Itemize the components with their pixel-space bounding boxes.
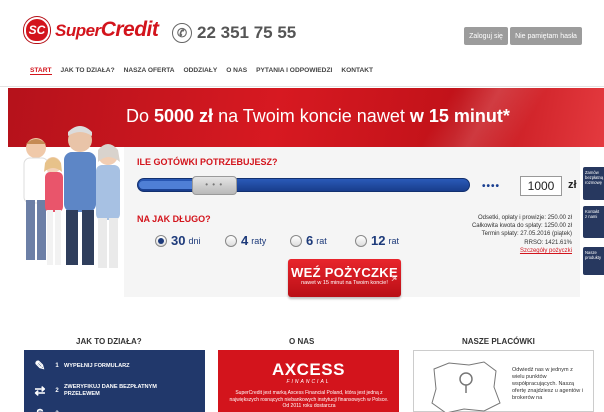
phone-number-text: 22 351 75 55 — [197, 23, 297, 42]
hero-title: Do 5000 zł na Twoim koncie nawet w 15 mi… — [126, 106, 510, 127]
about-text: SuperCredit jest marką Axcess Financial … — [229, 390, 389, 409]
period-option-unit: dni — [188, 235, 201, 246]
period-option-number: 12 — [371, 233, 386, 248]
side-tab-contact[interactable]: Kontakt z nami — [583, 206, 604, 238]
logo-badge-icon: SC — [24, 17, 50, 43]
amount-slider[interactable] — [137, 178, 470, 192]
branches-box[interactable]: Odwiedź nas w jednym z wielu punktów wsp… — [413, 350, 594, 412]
branches-title: NASZE PLACÓWKI — [462, 337, 535, 346]
take-loan-label: WEŹ POŻYCZKĘ — [291, 265, 398, 280]
amount-unit: zł — [568, 179, 577, 191]
poland-map-icon — [431, 361, 501, 412]
logo-credit: Credit — [100, 18, 159, 41]
period-option-unit: rat — [316, 235, 327, 246]
login-button[interactable]: Zaloguj się — [464, 27, 508, 45]
form-icon: ✎ — [34, 358, 46, 373]
nav-start[interactable]: START — [30, 67, 52, 75]
hero-prefix: Do — [126, 106, 155, 126]
how-it-works-title: JAK TO DZIAŁA? — [76, 337, 142, 346]
logo[interactable]: SC SuperCredit — [24, 17, 159, 43]
period-option-number: 6 — [306, 233, 314, 248]
forgot-password-button[interactable]: Nie pamiętam hasła — [510, 27, 582, 45]
family-illustration — [23, 126, 120, 268]
nav-contact[interactable]: KONTAKT — [341, 67, 373, 75]
step-label: WYPEŁNIJ FORMULARZ — [64, 363, 130, 369]
hero-amount: 5000 zł — [154, 106, 214, 126]
amount-input[interactable]: 1000 — [520, 176, 562, 196]
radio-icon[interactable] — [225, 234, 237, 247]
amount-question: ILE GOTÓWKI POTRZEBUJESZ? — [137, 157, 278, 167]
phone-number: ✆ 22 351 75 55 — [172, 23, 296, 43]
main-nav: START JAK TO DZIAŁA? NASZA OFERTA ODDZIA… — [30, 67, 373, 75]
period-option-unit: rat — [388, 235, 399, 246]
side-tab-products[interactable]: Nasze produkty — [583, 247, 604, 275]
chevron-right-icon: › — [391, 271, 395, 285]
nav-faq[interactable]: PYTANIA I ODPOWIEDZI — [256, 67, 332, 75]
loan-details-link[interactable]: Szczegóły pożyczki — [472, 247, 572, 255]
cost-rrso: RRSO: 1421.61% — [524, 239, 572, 246]
phone-icon: ✆ — [172, 23, 192, 43]
step-label: ZWERYFIKUJ DANE BEZPŁATNYM PRZELEWEM — [64, 384, 157, 397]
step-item: ⇄ 2 ZWERYFIKUJ DANE BEZPŁATNYM PRZELEWEM — [30, 383, 184, 399]
transfer-icon: ⇄ — [34, 383, 46, 398]
radio-icon[interactable] — [355, 234, 367, 247]
period-option-unit: raty — [251, 235, 267, 246]
logo-super: Super — [55, 21, 101, 40]
step-item: ✎ 1 WYPEŁNIJ FORMULARZ — [30, 358, 130, 374]
side-tab-callback[interactable]: Zamów bezpłatną rozmowę — [583, 167, 604, 200]
about-title: O NAS — [289, 337, 315, 346]
step-number: 2 — [55, 388, 59, 394]
period-option-4-installments[interactable]: 4 raty — [225, 233, 266, 248]
period-option-number: 30 — [171, 233, 186, 248]
period-option-30-days[interactable]: 30 dni — [155, 233, 200, 248]
take-loan-button[interactable]: WEŹ POŻYCZKĘ nawet w 15 minut na Twoim k… — [288, 259, 401, 297]
header-divider — [0, 86, 604, 87]
period-question: NA JAK DŁUGO? — [137, 214, 211, 224]
period-option-6-installments[interactable]: 6 rat — [290, 233, 327, 248]
branches-text: Odwiedź nas w jednym z wielu punktów wsp… — [512, 367, 583, 401]
about-box: AXCESS FINANCIAL SuperCredit jest marką … — [218, 350, 399, 412]
money-icon: $ — [30, 406, 50, 412]
loan-costs-summary: Odsetki, opłaty i prowizje: 250.00 zł Ca… — [472, 214, 572, 255]
axcess-logo: AXCESS — [272, 360, 345, 379]
hero-time: w 15 minut* — [409, 106, 510, 126]
how-it-works-box: ✎ 1 WYPEŁNIJ FORMULARZ ⇄ 2 ZWERYFIKUJ DA… — [24, 350, 205, 412]
axcess-logo-sub: FINANCIAL — [286, 379, 331, 385]
step-item: $ 3 — [30, 406, 64, 412]
cost-due-date: Termin spłaty: 27.05.2016 (piątek) — [481, 231, 572, 238]
nav-our-offer[interactable]: NASZA OFERTA — [124, 67, 175, 75]
nav-how-it-works[interactable]: JAK TO DZIAŁA? — [61, 67, 115, 75]
amount-slider-handle[interactable]: • • • — [191, 176, 237, 195]
period-option-12-installments[interactable]: 12 rat — [355, 233, 399, 248]
radio-icon[interactable] — [290, 234, 302, 247]
step-number: 1 — [55, 363, 59, 369]
nav-about[interactable]: O NAS — [226, 67, 247, 75]
nav-branches[interactable]: ODDZIAŁY — [184, 67, 218, 75]
radio-selected-icon[interactable] — [155, 234, 167, 247]
slider-dots: •••• — [482, 181, 501, 192]
hero-middle: na Twoim koncie nawet — [213, 106, 410, 126]
period-option-number: 4 — [241, 233, 249, 248]
cost-total: Całkowita kwota do spłaty: 1250.00 zł — [471, 223, 572, 230]
logo-text: SuperCredit — [55, 18, 159, 42]
take-loan-sublabel: nawet w 15 minut na Twoim koncie! — [301, 280, 388, 286]
cost-interest: Odsetki, opłaty i prowizje: 250.00 zł — [477, 215, 572, 221]
